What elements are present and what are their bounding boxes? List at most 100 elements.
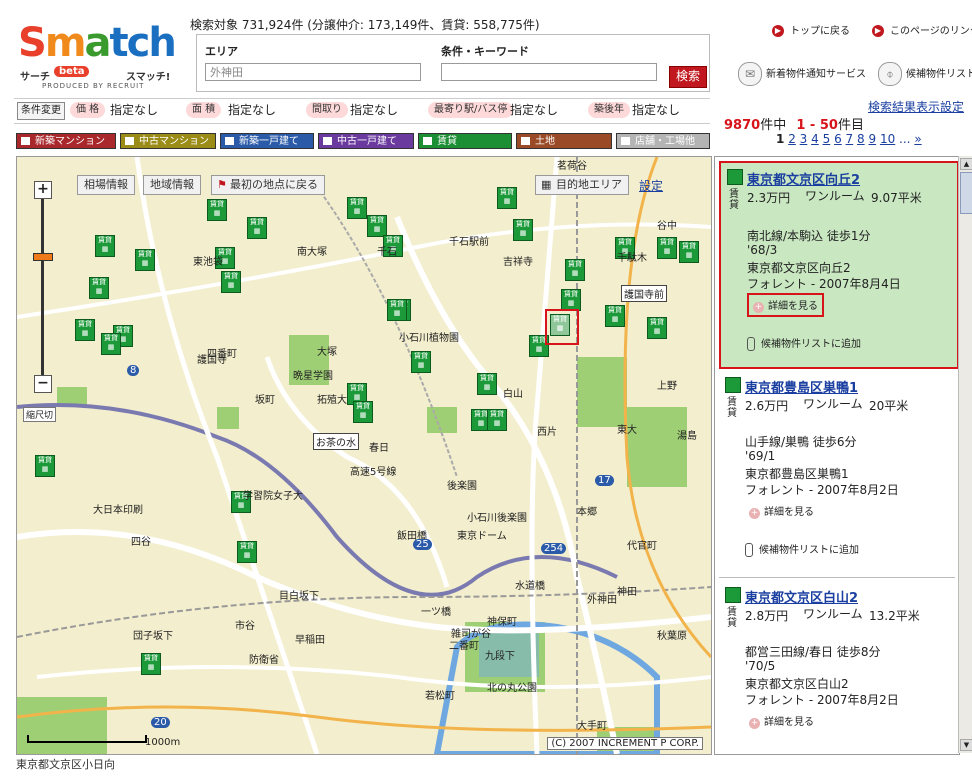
- paperclip-icon: ⌽: [878, 62, 902, 86]
- result-card[interactable]: 東京都文京区向丘2 賃貸 2.3万円 ワンルーム 9.07平米 南北線/本駒込 …: [719, 161, 959, 369]
- map-place-label: 坂町: [255, 395, 275, 406]
- category-used-house[interactable]: 中古一戸建て: [318, 133, 414, 149]
- filter-age-tag[interactable]: 築後年: [588, 102, 630, 118]
- rental-pin[interactable]: 賃貸▦: [95, 235, 115, 257]
- result-address: 東京都豊島区巣鴨1: [745, 467, 849, 481]
- filter-station-tag[interactable]: 最寄り駅/バス停: [428, 102, 514, 118]
- rental-pin[interactable]: 賃貸▦: [141, 653, 161, 675]
- filter-area-tag[interactable]: 面 積: [186, 102, 222, 118]
- keyword-input[interactable]: [441, 63, 657, 81]
- rental-pin[interactable]: 賃貸▦: [207, 199, 227, 221]
- rental-pin[interactable]: 賃貸▦: [35, 455, 55, 477]
- rental-pin[interactable]: 賃貸▦: [487, 409, 507, 431]
- category-new-mansion[interactable]: 新築マンション: [16, 133, 116, 149]
- zoom-slider-track[interactable]: [41, 199, 44, 377]
- scale-switch-button[interactable]: 縮尺切: [23, 407, 57, 422]
- zoom-slider-handle[interactable]: [33, 253, 53, 261]
- back-to-initial-button[interactable]: ⚑ 最初の地点に戻る: [211, 175, 325, 195]
- category-used-mansion[interactable]: 中古マンション: [120, 133, 216, 149]
- page-7[interactable]: 7: [846, 132, 854, 146]
- rental-pin[interactable]: 賃貸▦: [237, 541, 257, 563]
- rental-pin[interactable]: 賃貸▦: [647, 317, 667, 339]
- smatch-logo[interactable]: Smatch サーチ beta スマッチ! PRODUCED BY RECRUI…: [14, 14, 186, 94]
- rental-pin[interactable]: 賃貸▦: [347, 197, 367, 219]
- rental-pin[interactable]: 賃貸▦: [477, 373, 497, 395]
- area-info-button[interactable]: 地域情報: [143, 175, 201, 195]
- result-display-settings-link[interactable]: 検索結果表示設定: [868, 98, 964, 115]
- result-title-link[interactable]: 東京都文京区白山2: [745, 587, 858, 606]
- zoom-in-button[interactable]: +: [34, 181, 52, 199]
- candidate-list-link[interactable]: ⌽ 候補物件リスト: [878, 62, 972, 86]
- rental-pin[interactable]: 賃貸▦: [367, 215, 387, 237]
- page-6[interactable]: 6: [834, 132, 842, 146]
- rental-pin[interactable]: 賃貸▦: [561, 289, 581, 311]
- result-title-link[interactable]: 東京都文京区向丘2: [747, 169, 860, 188]
- top-link[interactable]: ▶ トップに戻る: [772, 22, 850, 37]
- scroll-down-icon[interactable]: ▼: [960, 739, 972, 751]
- destination-area-button[interactable]: ▦ 目的地エリア: [535, 175, 629, 195]
- rental-pin[interactable]: 賃貸▦: [679, 241, 699, 263]
- pin-label: 賃貸: [210, 200, 224, 208]
- logo-search-kana: サーチ: [20, 72, 50, 83]
- rental-pin[interactable]: 賃貸▦: [247, 217, 267, 239]
- scroll-up-icon[interactable]: ▲: [960, 158, 972, 170]
- page-3[interactable]: 3: [800, 132, 808, 146]
- page-9[interactable]: 9: [868, 132, 876, 146]
- rental-pin[interactable]: 賃貸▦: [387, 299, 407, 321]
- search-box: エリア 条件・キーワード 検索: [196, 34, 710, 92]
- rental-pin[interactable]: 賃貸▦: [513, 219, 533, 241]
- map-view[interactable]: 相場情報 地域情報 ⚑ 最初の地点に戻る ▦ 目的地エリア 設定 + − 縮尺切 賃…: [16, 156, 712, 755]
- page-next[interactable]: »: [914, 132, 921, 146]
- view-detail-button[interactable]: + 詳細を見る: [747, 293, 824, 317]
- category-new-house[interactable]: 新築一戸建て: [220, 133, 314, 149]
- map-place-label: 湯島: [677, 431, 697, 442]
- result-agent-date: フォレント - 2007年8月2日: [745, 483, 899, 497]
- map-place-label: 外神田: [587, 595, 617, 606]
- search-button[interactable]: 検索: [669, 66, 707, 88]
- view-detail-button[interactable]: + 詳細を見る: [745, 501, 818, 521]
- area-input[interactable]: [205, 63, 421, 81]
- rental-pin[interactable]: 賃貸▦: [353, 401, 373, 423]
- category-land[interactable]: 土地: [516, 133, 612, 149]
- result-card[interactable]: 東京都豊島区巣鴨1 賃貸 2.6万円 ワンルーム 20平米 山手線/巣鴨 徒歩6…: [719, 371, 955, 578]
- result-kind: 賃貸: [727, 397, 737, 419]
- rental-pin[interactable]: 賃貸▦: [565, 259, 585, 281]
- add-to-candidates-button[interactable]: 候補物件リストに追加: [745, 541, 859, 557]
- page-2[interactable]: 2: [788, 132, 796, 146]
- market-info-button[interactable]: 相場情報: [77, 175, 135, 195]
- rental-pin[interactable]: 賃貸▦: [411, 351, 431, 373]
- rental-pin[interactable]: 賃貸▦: [657, 237, 677, 259]
- page-link[interactable]: ▶ このページのリンク: [872, 22, 972, 37]
- rental-pin[interactable]: 賃貸▦: [75, 319, 95, 341]
- rental-pin[interactable]: 賃貸▦: [101, 333, 121, 355]
- result-list-scrollbar[interactable]: ▲ ▼: [958, 156, 972, 753]
- rental-pin[interactable]: 賃貸▦: [135, 249, 155, 271]
- result-title-link[interactable]: 東京都豊島区巣鴨1: [745, 377, 858, 396]
- view-detail-label: 詳細を見る: [764, 717, 814, 728]
- category-shop-factory[interactable]: 店舗・工場他: [616, 133, 710, 149]
- rental-pin[interactable]: 賃貸▦: [89, 277, 109, 299]
- add-to-candidates-button[interactable]: 候補物件リストに追加: [747, 335, 861, 351]
- route-number-badge: 17: [595, 475, 614, 486]
- notify-service-link[interactable]: ✉ 新着物件通知サービス: [738, 62, 866, 86]
- view-detail-button[interactable]: + 詳細を見る: [745, 711, 818, 731]
- scroll-thumb[interactable]: [960, 172, 972, 214]
- filter-price-tag[interactable]: 価 格: [70, 102, 106, 118]
- rental-pin[interactable]: 賃貸▦: [221, 271, 241, 293]
- map-settings-link[interactable]: 設定: [639, 177, 663, 194]
- result-count: 9870件中 1 - 50件目: [724, 114, 864, 133]
- page-8[interactable]: 8: [857, 132, 865, 146]
- rental-pin[interactable]: 賃貸▦: [497, 187, 517, 209]
- selected-rental-pin[interactable]: 賃貸▦: [550, 314, 570, 336]
- category-rental[interactable]: 賃貸: [418, 133, 512, 149]
- change-conditions-button[interactable]: 条件変更: [17, 102, 65, 120]
- result-station: 山手線/巣鴨 徒歩6分: [745, 435, 857, 449]
- rental-pin[interactable]: 賃貸▦: [605, 305, 625, 327]
- zoom-out-button[interactable]: −: [34, 375, 52, 393]
- page-5[interactable]: 5: [823, 132, 831, 146]
- map-place-label: 九段下: [485, 651, 515, 662]
- result-card[interactable]: 東京都文京区白山2 賃貸 2.8万円 ワンルーム 13.2平米 都営三田線/春日…: [719, 581, 955, 754]
- page-4[interactable]: 4: [811, 132, 819, 146]
- filter-layout-tag[interactable]: 間取り: [306, 102, 348, 118]
- page-10[interactable]: 10: [880, 132, 895, 146]
